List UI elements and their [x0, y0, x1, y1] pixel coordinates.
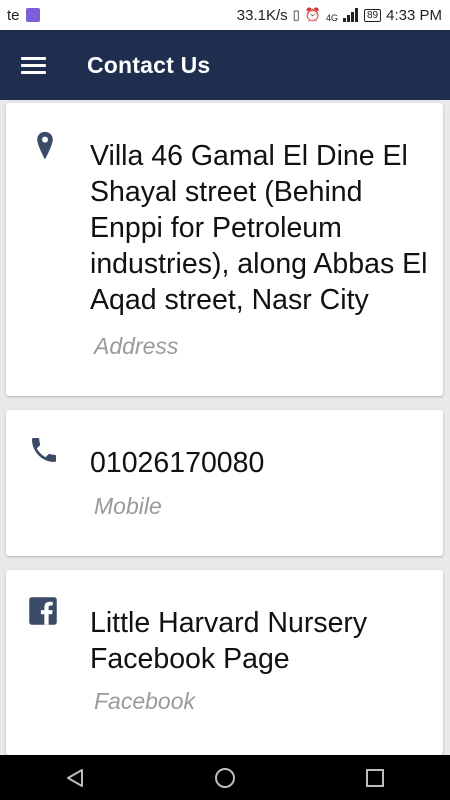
map-pin-icon: [37, 131, 53, 160]
mobile-value[interactable]: 01026170080: [90, 445, 433, 481]
status-bar: te 33.1K/s ▯ ⏰ 4G 89 4:33 PM: [0, 0, 450, 30]
facebook-card[interactable]: Little Harvard Nursery Facebook Page Fac…: [6, 570, 443, 755]
app-bar: Contact Us: [0, 30, 450, 100]
contact-list[interactable]: Villa 46 Gamal El Dine El Shayal street …: [0, 100, 450, 755]
facebook-label: Facebook: [94, 688, 196, 714]
recents-square-icon[interactable]: [355, 758, 395, 798]
alarm-icon: ⏰: [304, 7, 321, 22]
facebook-icon: [29, 597, 57, 625]
address-label: Address: [94, 333, 179, 359]
network-speed: 33.1K/s: [236, 6, 288, 24]
address-value[interactable]: Villa 46 Gamal El Dine El Shayal street …: [90, 138, 433, 318]
phone-icon: [32, 438, 56, 462]
hamburger-icon[interactable]: [21, 50, 51, 80]
vibrate-icon: ▯: [292, 7, 300, 22]
system-nav-bar: [0, 755, 450, 800]
gallery-notification-icon: [25, 8, 40, 22]
facebook-value[interactable]: Little Harvard Nursery Facebook Page: [90, 605, 433, 677]
address-card[interactable]: Villa 46 Gamal El Dine El Shayal street …: [6, 103, 443, 396]
network-type: 4G: [325, 12, 338, 23]
carrier-label: te: [7, 6, 20, 24]
mobile-card[interactable]: 01026170080 Mobile: [6, 410, 443, 556]
clock: 4:33 PM: [386, 6, 442, 24]
battery-icon: 89: [364, 8, 382, 22]
page-title: Contact Us: [87, 51, 211, 78]
mobile-label: Mobile: [94, 493, 162, 519]
back-triangle-icon[interactable]: [55, 758, 95, 798]
home-circle-icon[interactable]: [205, 758, 245, 798]
signal-icon: [343, 8, 358, 22]
